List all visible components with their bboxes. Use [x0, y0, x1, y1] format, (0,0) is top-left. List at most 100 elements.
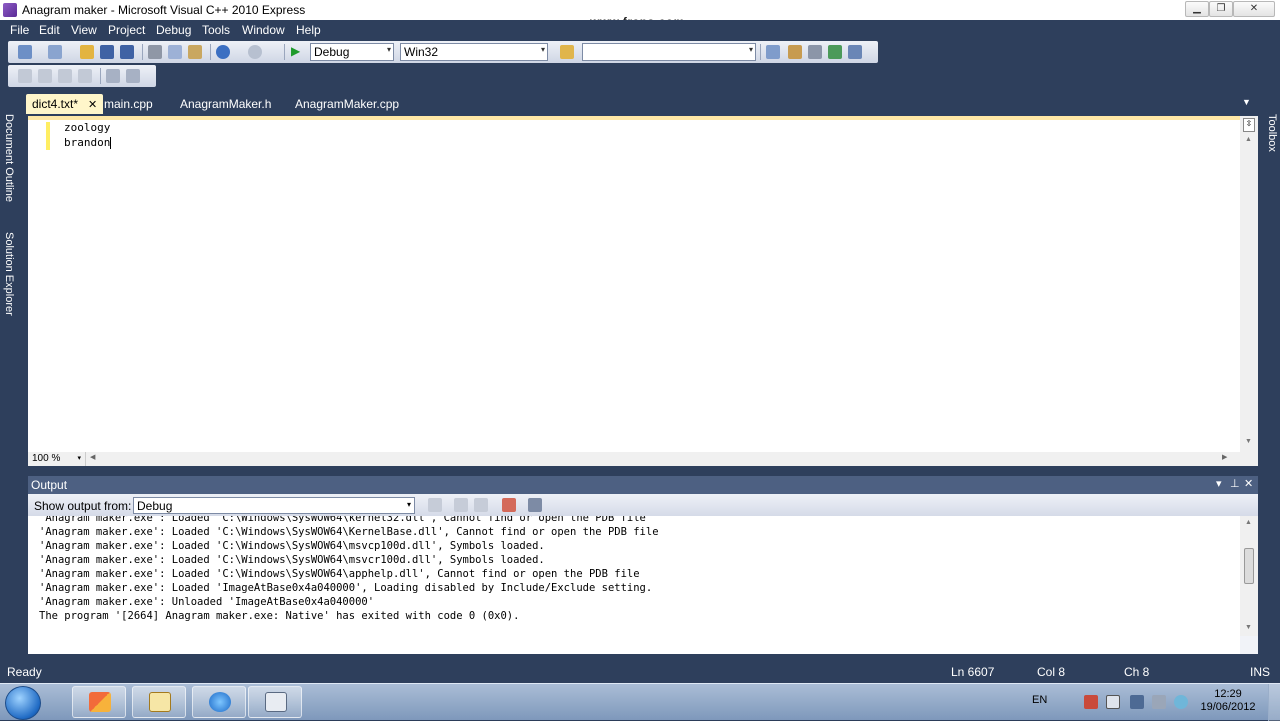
- output-line: 'Anagram maker.exe': Loaded 'C:\Windows\…: [39, 516, 646, 524]
- auto-hide-pin-icon[interactable]: ⊥: [1230, 477, 1240, 490]
- save-all-icon[interactable]: [120, 45, 134, 59]
- scroll-up-arrow-icon[interactable]: ▲: [1245, 136, 1252, 143]
- quick-info-icon[interactable]: [58, 69, 72, 83]
- status-insert-mode: INS: [1250, 665, 1271, 679]
- solution-explorer-tab[interactable]: Solution Explorer: [3, 232, 15, 316]
- chevron-down-icon: ▾: [77, 455, 81, 462]
- toolbox-tab[interactable]: Toolbox: [1266, 114, 1278, 152]
- properties-icon[interactable]: [788, 45, 802, 59]
- taskbar-snipping-button[interactable]: [132, 686, 186, 718]
- copy-icon[interactable]: [168, 45, 182, 59]
- split-window-handle[interactable]: ⇳: [1243, 118, 1255, 132]
- scrollbar-thumb[interactable]: [1244, 548, 1254, 584]
- output-line: 'Anagram maker.exe': Loaded 'ImageAtBase…: [39, 582, 653, 594]
- paste-icon[interactable]: [188, 45, 202, 59]
- member-list-icon[interactable]: [18, 69, 32, 83]
- chevron-down-icon: ▾: [386, 45, 391, 54]
- scroll-right-arrow-icon[interactable]: ▶: [1222, 453, 1227, 461]
- system-clock[interactable]: 12:29 19/06/2012: [1196, 688, 1260, 714]
- extension-manager-icon[interactable]: [848, 45, 862, 59]
- tab-anagrammaker-h[interactable]: AnagramMaker.h: [174, 94, 277, 114]
- toolbox-icon[interactable]: [808, 45, 822, 59]
- open-file-icon[interactable]: [80, 45, 94, 59]
- scroll-left-arrow-icon[interactable]: ◀: [90, 453, 95, 461]
- window-position-icon[interactable]: ▾: [1216, 477, 1222, 490]
- editor-vertical-scrollbar[interactable]: ⇳ ▲ ▼: [1240, 116, 1258, 452]
- output-line: 'Anagram maker.exe': Loaded 'C:\Windows\…: [39, 568, 640, 580]
- output-line: 'Anagram maker.exe': Loaded 'C:\Windows\…: [39, 526, 659, 538]
- tray-app-icon[interactable]: [1174, 695, 1188, 709]
- redo-icon[interactable]: [248, 45, 262, 59]
- close-tab-icon[interactable]: ✕: [88, 99, 97, 111]
- scroll-up-arrow-icon[interactable]: ▲: [1245, 519, 1252, 526]
- language-indicator[interactable]: EN: [1032, 694, 1047, 706]
- menu-edit[interactable]: Edit: [39, 23, 60, 37]
- output-header: Output ▾ ⊥ ✕: [28, 476, 1258, 494]
- menu-file[interactable]: File: [10, 23, 29, 37]
- network-icon[interactable]: [1130, 695, 1144, 709]
- next-message-icon[interactable]: [474, 498, 488, 512]
- document-outline-tab[interactable]: Document Outline: [3, 114, 15, 202]
- find-combo[interactable]: ▾: [582, 43, 756, 61]
- editor-line-current[interactable]: brandon: [64, 136, 112, 149]
- text-editor-toolbar: [8, 65, 156, 87]
- maximize-button[interactable]: ❐: [1209, 1, 1233, 17]
- menu-project[interactable]: Project: [108, 23, 145, 37]
- save-icon[interactable]: [100, 45, 114, 59]
- menu-tools[interactable]: Tools: [202, 23, 230, 37]
- tab-main-cpp[interactable]: main.cpp: [98, 94, 159, 114]
- minimize-button[interactable]: ▁: [1185, 1, 1209, 17]
- tray-device-icon[interactable]: [1106, 695, 1120, 709]
- tab-anagrammaker-cpp[interactable]: AnagramMaker.cpp: [289, 94, 405, 114]
- taskbar-explorer-button[interactable]: [72, 686, 126, 718]
- menu-view[interactable]: View: [71, 23, 97, 37]
- complete-word-icon[interactable]: [78, 69, 92, 83]
- windows-explorer-icon: [89, 692, 111, 712]
- text-cursor: [110, 137, 112, 149]
- editor-line[interactable]: zoology: [64, 121, 110, 134]
- new-project-icon[interactable]: [18, 45, 32, 59]
- volume-icon[interactable]: [1152, 695, 1166, 709]
- scroll-down-arrow-icon[interactable]: ▼: [1245, 438, 1252, 445]
- solution-explorer-icon[interactable]: [766, 45, 780, 59]
- clear-all-icon[interactable]: [502, 498, 516, 512]
- undo-icon[interactable]: [216, 45, 230, 59]
- menu-window[interactable]: Window: [242, 23, 285, 37]
- output-vertical-scrollbar[interactable]: ▲ ▼: [1240, 516, 1258, 636]
- output-text-area[interactable]: 'Anagram maker.exe': Loaded 'C:\Windows\…: [28, 516, 1240, 654]
- standard-toolbar: ▶ Debug ▾ Win32 ▾ ▾: [8, 41, 878, 63]
- start-button[interactable]: [5, 686, 41, 720]
- menu-debug[interactable]: Debug: [156, 23, 191, 37]
- left-tool-strip: Document Outline Solution Explorer: [0, 94, 24, 474]
- status-text: Ready: [7, 665, 42, 679]
- taskbar-visual-studio-button[interactable]: [248, 686, 302, 718]
- start-page-icon[interactable]: [828, 45, 842, 59]
- toolbar-separator: [284, 44, 285, 60]
- active-files-dropdown-icon[interactable]: ▼: [1242, 97, 1251, 107]
- cut-icon[interactable]: [148, 45, 162, 59]
- add-item-icon[interactable]: [48, 45, 62, 59]
- platform-select[interactable]: Win32 ▾: [400, 43, 548, 61]
- close-output-icon[interactable]: ✕: [1244, 477, 1253, 490]
- find-message-icon[interactable]: [428, 498, 442, 512]
- menu-help[interactable]: Help: [296, 23, 321, 37]
- find-in-files-icon[interactable]: [560, 45, 574, 59]
- outdent-icon[interactable]: [106, 69, 120, 83]
- zoom-select[interactable]: 100 % ▾: [30, 452, 86, 466]
- previous-message-icon[interactable]: [454, 498, 468, 512]
- status-column: Col 8: [1037, 665, 1066, 679]
- configuration-select[interactable]: Debug ▾: [310, 43, 394, 61]
- word-wrap-icon[interactable]: [528, 498, 542, 512]
- text-editor[interactable]: zoology brandon: [28, 116, 1258, 452]
- taskbar-ie-button[interactable]: [192, 686, 246, 718]
- parameter-info-icon[interactable]: [38, 69, 52, 83]
- show-desktop-button[interactable]: [1268, 684, 1280, 721]
- output-toolbar: Show output from: Debug ▾: [28, 494, 1258, 516]
- tab-dict4-txt[interactable]: dict4.txt* ✕: [26, 94, 104, 114]
- scroll-down-arrow-icon[interactable]: ▼: [1245, 624, 1252, 631]
- tray-flag-icon[interactable]: [1084, 695, 1098, 709]
- start-debugging-icon[interactable]: ▶: [291, 44, 300, 58]
- output-source-select[interactable]: Debug ▾: [133, 497, 415, 514]
- close-window-button[interactable]: ✕: [1233, 1, 1275, 17]
- indent-icon[interactable]: [126, 69, 140, 83]
